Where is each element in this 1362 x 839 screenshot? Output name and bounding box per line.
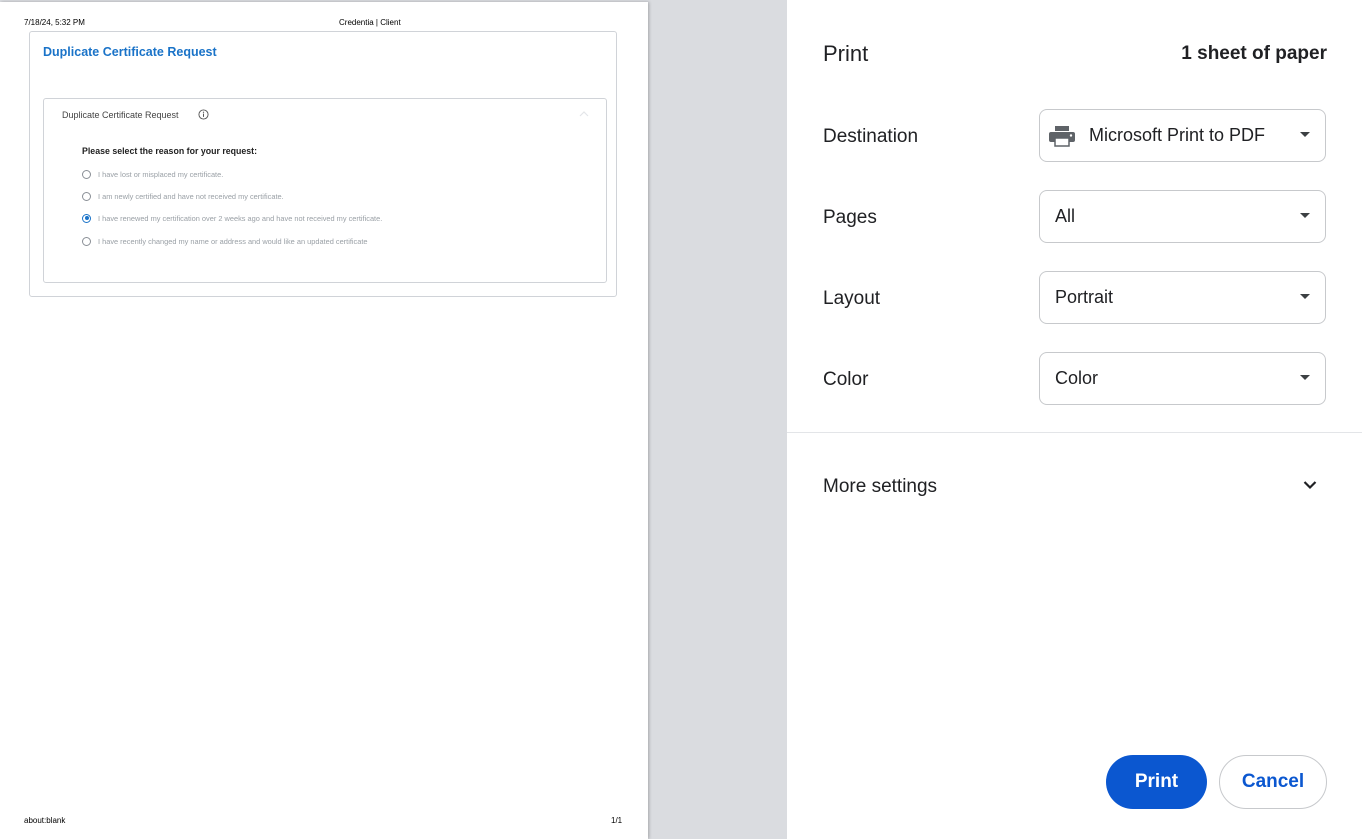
info-icon bbox=[198, 109, 209, 120]
reason-option-renewed: I have renewed my certification over 2 w… bbox=[82, 212, 382, 224]
print-settings-panel: Print 1 sheet of paper Destination Micro… bbox=[787, 0, 1362, 839]
radio-button bbox=[82, 236, 91, 246]
printer-icon bbox=[1049, 125, 1075, 147]
layout-value: Portrait bbox=[1055, 287, 1114, 307]
destination-value: Microsoft Print to PDF bbox=[1089, 125, 1266, 145]
chevron-down-icon bbox=[1303, 481, 1317, 490]
more-settings-label: More settings bbox=[823, 476, 938, 497]
question-label: Please select the reason for your reques… bbox=[82, 146, 258, 156]
dropdown-arrow-icon bbox=[1300, 375, 1310, 380]
collapse-icon bbox=[579, 111, 589, 117]
page-header-date: 7/18/24, 5:32 PM bbox=[24, 18, 85, 27]
radio-button-selected bbox=[82, 213, 91, 223]
dropdown-arrow-icon bbox=[1300, 294, 1310, 299]
accordion-title: Duplicate Certificate Request bbox=[62, 110, 179, 120]
radio-button bbox=[82, 169, 91, 179]
dropdown-arrow-icon bbox=[1300, 213, 1310, 218]
destination-label: Destination bbox=[823, 126, 919, 147]
sheet-count: 1 sheet of paper bbox=[1181, 43, 1327, 64]
option-label: I have renewed my certification over 2 w… bbox=[98, 213, 383, 223]
reason-option-newly-certified: I am newly certified and have not receiv… bbox=[82, 190, 284, 202]
reason-option-lost: I have lost or misplaced my certificate. bbox=[82, 168, 223, 180]
dropdown-arrow-icon bbox=[1300, 132, 1310, 137]
color-label: Color bbox=[823, 369, 869, 390]
page-footer-page-number: 1/1 bbox=[611, 816, 623, 825]
preview-page: 7/18/24, 5:32 PM Credentia | Client Dupl… bbox=[0, 2, 648, 839]
layout-select[interactable]: Portrait bbox=[1039, 271, 1326, 324]
accordion-panel: Duplicate Certificate Request Please sel… bbox=[43, 98, 607, 283]
cancel-button[interactable]: Cancel bbox=[1219, 755, 1327, 809]
print-button[interactable]: Print bbox=[1106, 755, 1207, 809]
color-value: Color bbox=[1055, 368, 1099, 388]
color-select[interactable]: Color bbox=[1039, 352, 1326, 405]
page-header-title: Credentia | Client bbox=[339, 18, 401, 27]
page-footer-url: about:blank bbox=[24, 816, 66, 825]
pages-value: All bbox=[1055, 206, 1076, 226]
request-card: Duplicate Certificate Request Duplicate … bbox=[29, 31, 617, 297]
radio-button bbox=[82, 191, 91, 201]
divider bbox=[787, 432, 1362, 433]
pages-label: Pages bbox=[823, 207, 877, 228]
layout-label: Layout bbox=[823, 288, 881, 309]
pages-select[interactable]: All bbox=[1039, 190, 1326, 243]
option-label: I have lost or misplaced my certificate. bbox=[98, 169, 224, 179]
dialog-title: Print bbox=[823, 41, 869, 66]
option-label: I have recently changed my name or addre… bbox=[98, 236, 368, 246]
print-preview-area: 7/18/24, 5:32 PM Credentia | Client Dupl… bbox=[0, 0, 787, 839]
destination-select[interactable]: Microsoft Print to PDF bbox=[1039, 109, 1326, 162]
card-title: Duplicate Certificate Request bbox=[43, 45, 217, 59]
more-settings-toggle[interactable]: More settings bbox=[787, 458, 1362, 516]
option-label: I am newly certified and have not receiv… bbox=[98, 191, 284, 201]
reason-option-name-change: I have recently changed my name or addre… bbox=[82, 235, 368, 247]
